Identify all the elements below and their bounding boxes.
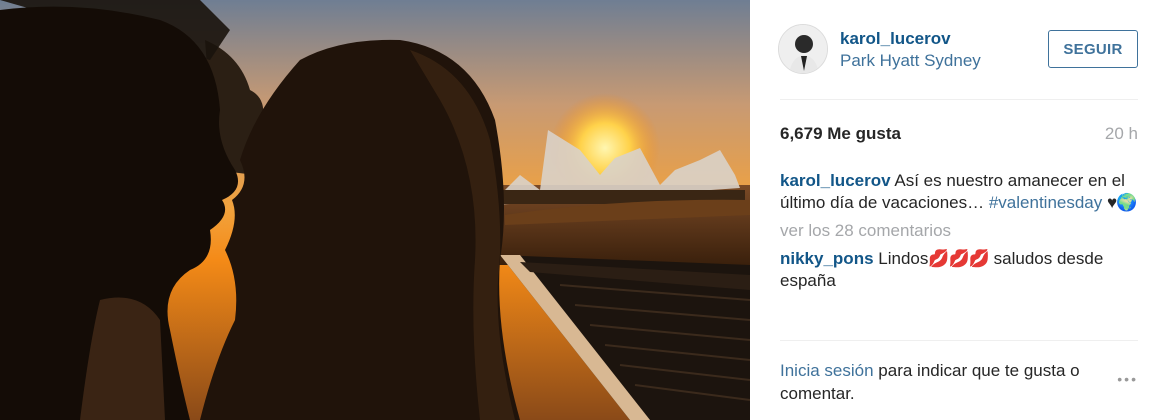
post-timestamp[interactable]: 20 h bbox=[1105, 124, 1138, 144]
avatar[interactable] bbox=[778, 24, 828, 74]
login-prompt: Inicia sesión para indicar que te gusta … bbox=[780, 359, 1100, 405]
post-sidebar: karol_lucerov Park Hyatt Sydney SEGUIR 6… bbox=[750, 0, 1154, 420]
post-header: karol_lucerov Park Hyatt Sydney SEGUIR bbox=[778, 0, 1138, 100]
more-options-icon[interactable]: ••• bbox=[1117, 371, 1138, 387]
comment-username[interactable]: nikky_pons bbox=[780, 249, 874, 268]
post-footer: Inicia sesión para indicar que te gusta … bbox=[780, 340, 1138, 420]
sunset-photo-image bbox=[0, 0, 750, 420]
login-link[interactable]: Inicia sesión bbox=[780, 361, 874, 380]
caption: karol_lucerov Así es nuestro amanecer en… bbox=[780, 170, 1138, 214]
likes-count[interactable]: 6,679 Me gusta bbox=[780, 124, 901, 144]
comment-emoji: 💋💋💋 bbox=[928, 249, 990, 268]
follow-button[interactable]: SEGUIR bbox=[1048, 30, 1138, 68]
caption-hashtag[interactable]: #valentinesday bbox=[989, 193, 1102, 212]
view-comments-link[interactable]: ver los 28 comentarios bbox=[780, 220, 1138, 242]
caption-emoji: ♥🌍 bbox=[1107, 193, 1137, 212]
post-photo[interactable] bbox=[0, 0, 750, 420]
likes-row: 6,679 Me gusta 20 h bbox=[780, 124, 1138, 146]
comment-text-start: Lindos bbox=[878, 249, 929, 268]
avatar-image bbox=[779, 25, 827, 73]
comments-list: karol_lucerov Así es nuestro amanecer en… bbox=[780, 170, 1138, 338]
comment-item: nikky_pons Lindos💋💋💋 saludos desde españ… bbox=[780, 248, 1138, 292]
post-username[interactable]: karol_lucerov bbox=[840, 29, 951, 49]
post-location[interactable]: Park Hyatt Sydney bbox=[840, 51, 981, 71]
caption-username[interactable]: karol_lucerov bbox=[780, 171, 891, 190]
